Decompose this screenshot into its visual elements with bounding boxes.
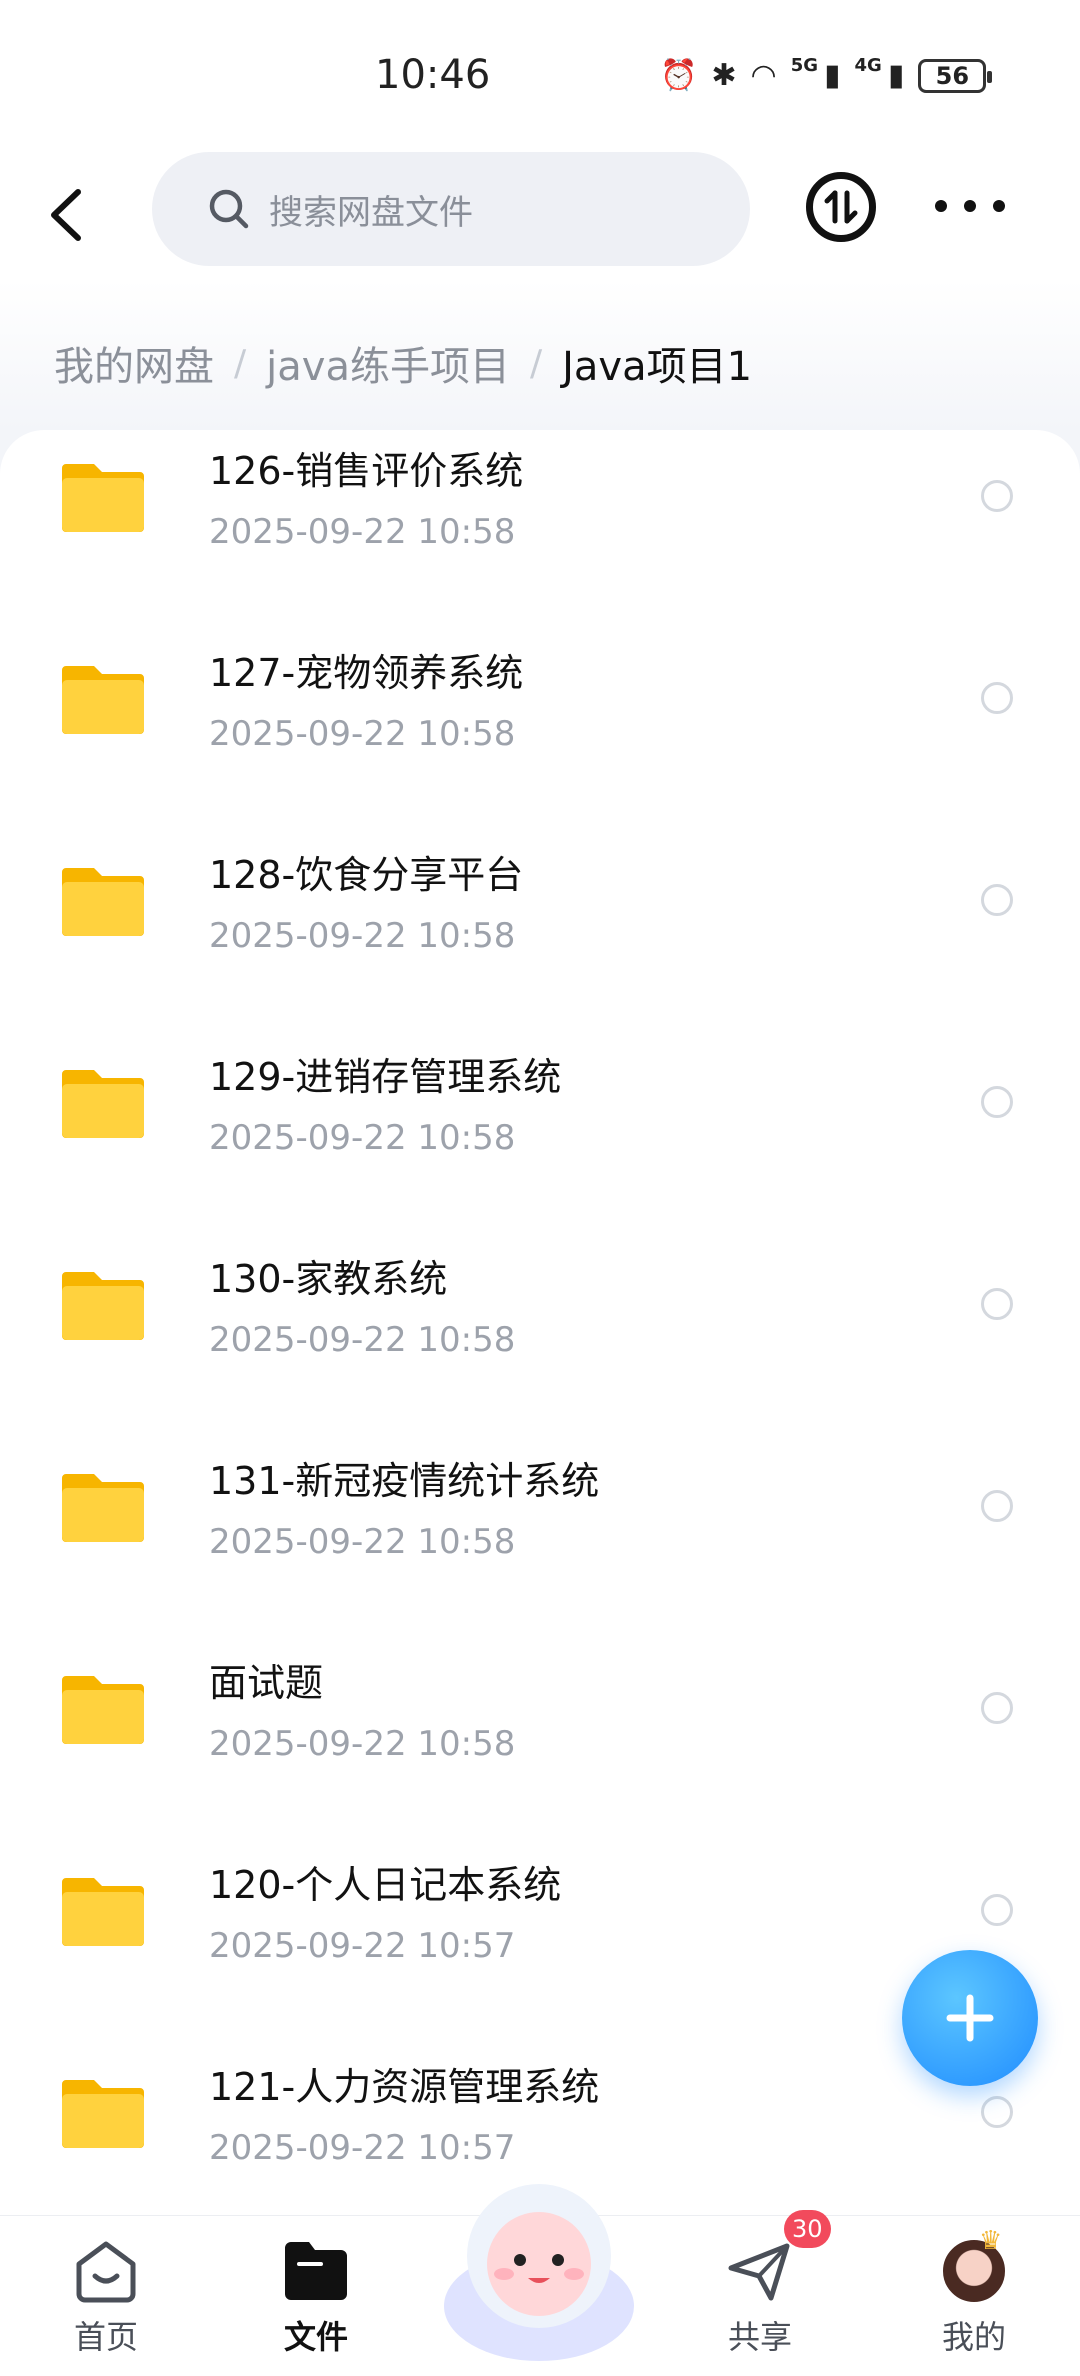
list-item[interactable]: 127-宠物领养系统 2025-09-22 10:58 bbox=[0, 632, 1080, 834]
file-tab-icon bbox=[285, 2242, 347, 2300]
nav-share-label: 共享 bbox=[727, 2318, 792, 2356]
network-5g-label: 5G bbox=[790, 55, 818, 76]
battery-icon: 56 bbox=[918, 58, 993, 93]
network-4g-label: 4G bbox=[854, 55, 882, 76]
back-button[interactable] bbox=[40, 180, 100, 250]
file-date: 2025-09-22 10:58 bbox=[209, 512, 516, 552]
file-date: 2025-09-22 10:57 bbox=[209, 1926, 516, 1966]
folder-icon bbox=[62, 464, 144, 532]
list-item[interactable]: 128-饮食分享平台 2025-09-22 10:58 bbox=[0, 834, 1080, 1036]
file-name: 面试题 bbox=[209, 1661, 324, 1705]
select-checkbox[interactable] bbox=[981, 1086, 1013, 1118]
list-item[interactable]: 129-进销存管理系统 2025-09-22 10:58 bbox=[0, 1036, 1080, 1238]
search-icon bbox=[209, 189, 249, 229]
avatar: ♛ bbox=[941, 2226, 1007, 2304]
signal-icon: ▮ bbox=[887, 58, 905, 93]
file-name: 131-新冠疫情统计系统 bbox=[209, 1459, 600, 1503]
status-icons: ⏰ ✱ ◠ 5G ▮ 4G ▮ 56 bbox=[660, 55, 993, 93]
breadcrumb-parent[interactable]: java练手项目 bbox=[266, 334, 510, 392]
alarm-icon: ⏰ bbox=[660, 58, 698, 93]
transfer-icon bbox=[824, 190, 858, 224]
folder-icon bbox=[62, 868, 144, 936]
select-checkbox[interactable] bbox=[981, 2096, 1013, 2128]
transfer-button[interactable] bbox=[806, 172, 876, 242]
list-item[interactable]: 130-家教系统 2025-09-22 10:58 bbox=[0, 1238, 1080, 1440]
file-name: 126-销售评价系统 bbox=[209, 449, 524, 493]
file-name: 129-进销存管理系统 bbox=[209, 1055, 562, 1099]
file-date: 2025-09-22 10:58 bbox=[209, 714, 516, 754]
signal-icon: ▮ bbox=[824, 58, 841, 93]
file-list: 126-销售评价系统 2025-09-22 10:58 127-宠物领养系统 2… bbox=[0, 430, 1080, 2215]
folder-icon bbox=[62, 1272, 144, 1340]
search-placeholder: 搜索网盘文件 bbox=[269, 192, 473, 233]
breadcrumb-current: Java项目1 bbox=[562, 344, 753, 390]
folder-icon bbox=[62, 1878, 144, 1946]
file-date: 2025-09-22 10:58 bbox=[209, 1724, 516, 1764]
nav-mine-label: 我的 bbox=[941, 2318, 1006, 2356]
more-icon-dot bbox=[993, 200, 1005, 212]
more-icon-dot bbox=[964, 200, 976, 212]
file-name: 121-人力资源管理系统 bbox=[209, 2065, 600, 2109]
folder-icon bbox=[62, 1070, 144, 1138]
select-checkbox[interactable] bbox=[981, 682, 1013, 714]
home-icon bbox=[76, 2241, 136, 2303]
top-bar: 搜索网盘文件 bbox=[0, 150, 1080, 280]
breadcrumb-root[interactable]: 我的网盘 bbox=[54, 334, 214, 392]
more-button[interactable] bbox=[935, 186, 1005, 226]
add-button[interactable] bbox=[902, 1950, 1038, 2086]
crown-icon: ♛ bbox=[979, 2226, 1003, 2256]
select-checkbox[interactable] bbox=[981, 1490, 1013, 1522]
folder-icon bbox=[62, 2080, 144, 2148]
nav-files-label: 文件 bbox=[283, 2318, 348, 2356]
folder-icon bbox=[62, 666, 144, 734]
breadcrumb-separator: / bbox=[234, 342, 247, 384]
select-checkbox[interactable] bbox=[981, 1894, 1013, 1926]
file-name: 128-饮食分享平台 bbox=[209, 853, 524, 897]
list-item[interactable]: 131-新冠疫情统计系统 2025-09-22 10:58 bbox=[0, 1440, 1080, 1642]
breadcrumb-separator: / bbox=[529, 342, 543, 384]
nav-home-label: 首页 bbox=[73, 2318, 138, 2356]
nav-home[interactable]: 首页 bbox=[36, 2238, 176, 2368]
bottom-nav: 首页 文件 共享 30 ♛ 我的 bbox=[0, 2184, 1080, 2376]
breadcrumb: 我的网盘 / java练手项目 / Java项目1 bbox=[54, 334, 752, 392]
send-icon bbox=[728, 2243, 790, 2301]
select-checkbox[interactable] bbox=[981, 1288, 1013, 1320]
chevron-left-icon bbox=[51, 189, 81, 241]
breadcrumb-bar: 我的网盘 / java练手项目 / Java项目1 bbox=[0, 280, 1080, 430]
file-date: 2025-09-22 10:58 bbox=[209, 1522, 516, 1562]
file-date: 2025-09-22 10:58 bbox=[209, 1118, 516, 1158]
file-date: 2025-09-22 10:58 bbox=[209, 1320, 516, 1360]
wifi-icon: ◠ bbox=[750, 58, 777, 93]
nav-mine[interactable]: ♛ 我的 bbox=[904, 2226, 1044, 2368]
status-bar: 10:46 ⏰ ✱ ◠ 5G ▮ 4G ▮ 56 bbox=[0, 0, 1080, 150]
folder-icon bbox=[62, 1474, 144, 1542]
select-checkbox[interactable] bbox=[981, 884, 1013, 916]
nav-share[interactable]: 共享 bbox=[690, 2238, 830, 2368]
file-name: 130-家教系统 bbox=[209, 1257, 448, 1301]
select-checkbox[interactable] bbox=[981, 1692, 1013, 1724]
search-input[interactable]: 搜索网盘文件 bbox=[152, 152, 750, 266]
folder-icon bbox=[62, 1676, 144, 1744]
file-name: 127-宠物领养系统 bbox=[209, 651, 524, 695]
list-item[interactable]: 126-销售评价系统 2025-09-22 10:58 bbox=[0, 430, 1080, 632]
nav-files[interactable]: 文件 bbox=[246, 2238, 386, 2368]
bluetooth-icon: ✱ bbox=[711, 58, 737, 93]
select-checkbox[interactable] bbox=[981, 480, 1013, 512]
list-item[interactable]: 面试题 2025-09-22 10:58 bbox=[0, 1642, 1080, 1844]
more-icon-dot bbox=[935, 200, 947, 212]
mascot-icon[interactable] bbox=[432, 2156, 647, 2371]
file-name: 120-个人日记本系统 bbox=[209, 1863, 562, 1907]
share-badge: 30 bbox=[784, 2210, 831, 2248]
file-date: 2025-09-22 10:58 bbox=[209, 916, 516, 956]
plus-icon bbox=[946, 1994, 994, 2042]
status-time: 10:46 bbox=[375, 52, 491, 98]
